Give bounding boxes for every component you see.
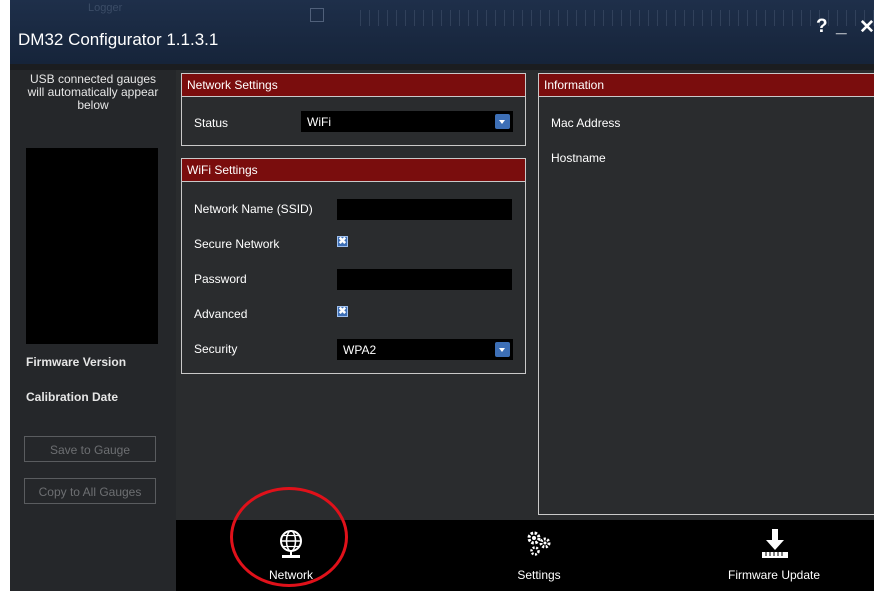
network-settings-group: Network Settings Status WiFi bbox=[181, 73, 526, 146]
gears-icon bbox=[527, 531, 551, 556]
save-to-gauge-button[interactable]: Save to Gauge bbox=[24, 436, 156, 462]
background-window-word: Logger bbox=[88, 2, 123, 14]
background-ruler-marker bbox=[310, 8, 324, 22]
download-icon bbox=[762, 529, 788, 558]
mac-address-label: Mac Address bbox=[551, 116, 621, 130]
highlight-circle-annotation bbox=[230, 487, 348, 587]
password-label: Password bbox=[194, 272, 247, 286]
window-title: DM32 Configurator 1.1.3.1 bbox=[18, 30, 219, 49]
ssid-label: Network Name (SSID) bbox=[194, 202, 313, 216]
secure-network-checkbox[interactable]: ✖ bbox=[337, 236, 348, 247]
hostname-label: Hostname bbox=[551, 151, 606, 165]
usb-note: USB connected gauges will automatically … bbox=[27, 72, 159, 112]
nav-firmware-update-label: Firmware Update bbox=[727, 568, 821, 582]
calibration-date-label: Calibration Date bbox=[26, 390, 119, 404]
close-button[interactable]: ✕ bbox=[859, 16, 874, 39]
chevron-down-icon[interactable] bbox=[495, 114, 510, 129]
information-group: Information Mac Address Hostname bbox=[538, 73, 874, 515]
ssid-input[interactable] bbox=[337, 199, 512, 220]
security-label: Security bbox=[194, 342, 238, 356]
app-window: Logger DM32 Configurator 1.1.3.1 ? _ ✕ U… bbox=[10, 0, 874, 591]
minimize-button[interactable]: _ bbox=[836, 16, 847, 38]
gauge-list[interactable] bbox=[26, 148, 158, 344]
status-select[interactable]: WiFi bbox=[301, 111, 513, 132]
advanced-label: Advanced bbox=[194, 307, 248, 321]
information-header: Information bbox=[539, 74, 874, 97]
security-select-value: WPA2 bbox=[343, 343, 377, 357]
nav-firmware-update[interactable]: Firmware Update bbox=[704, 520, 844, 591]
advanced-checkbox[interactable]: ✖ bbox=[337, 306, 348, 317]
copy-to-all-gauges-button[interactable]: Copy to All Gauges bbox=[24, 478, 156, 504]
nav-settings[interactable]: Settings bbox=[484, 520, 594, 591]
network-settings-header: Network Settings bbox=[182, 74, 525, 97]
secure-network-label: Secure Network bbox=[194, 237, 280, 251]
nav-settings-label: Settings bbox=[517, 568, 561, 582]
wifi-settings-group: WiFi Settings Network Name (SSID) Secure… bbox=[181, 158, 526, 374]
status-select-value: WiFi bbox=[307, 115, 331, 129]
help-button[interactable]: ? bbox=[816, 16, 828, 38]
status-label: Status bbox=[194, 116, 229, 130]
gauge-sidebar: USB connected gauges will automatically … bbox=[10, 70, 176, 591]
background-ruler bbox=[360, 10, 874, 26]
chevron-down-icon[interactable] bbox=[495, 342, 510, 357]
firmware-version-label: Firmware Version bbox=[26, 355, 127, 369]
password-input[interactable] bbox=[337, 269, 512, 290]
wifi-settings-header: WiFi Settings bbox=[182, 159, 525, 182]
security-select[interactable]: WPA2 bbox=[337, 339, 513, 360]
title-bar: Logger DM32 Configurator 1.1.3.1 ? _ ✕ bbox=[10, 0, 874, 64]
